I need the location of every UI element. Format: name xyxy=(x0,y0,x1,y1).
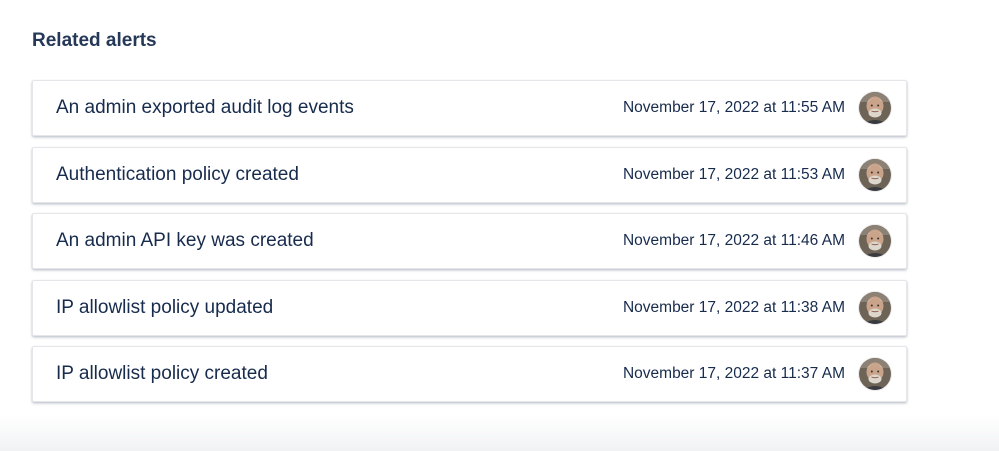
alert-card[interactable]: Authentication policy created November 1… xyxy=(32,146,907,203)
alert-list: An admin exported audit log events Novem… xyxy=(32,80,907,402)
alert-timestamp: November 17, 2022 at 11:38 AM xyxy=(622,298,845,316)
alert-title: An admin exported audit log events xyxy=(56,97,354,118)
user-avatar xyxy=(859,358,891,390)
alert-timestamp: November 17, 2022 at 11:37 AM xyxy=(622,365,845,382)
related-alerts-section: Related alerts An admin exported audit l… xyxy=(32,28,907,413)
alert-title: IP allowlist policy updated xyxy=(56,296,274,318)
alert-title: An admin API key was created xyxy=(56,230,314,251)
alert-card[interactable]: An admin API key was created November 17… xyxy=(32,213,907,269)
alert-title: Authentication policy created xyxy=(56,163,299,185)
alert-timestamp: November 17, 2022 at 11:46 AM xyxy=(622,232,845,249)
bottom-fade xyxy=(0,415,999,451)
alert-timestamp: November 17, 2022 at 11:55 AM xyxy=(622,99,845,116)
user-avatar xyxy=(859,225,891,257)
user-avatar xyxy=(859,291,891,324)
alert-card[interactable]: IP allowlist policy created November 17,… xyxy=(32,346,907,402)
section-title: Related alerts xyxy=(32,30,157,51)
alert-title: IP allowlist policy created xyxy=(56,363,268,384)
alert-card[interactable]: IP allowlist policy updated November 17,… xyxy=(32,279,907,336)
user-avatar xyxy=(859,92,891,124)
alert-timestamp: November 17, 2022 at 11:53 AM xyxy=(622,165,845,183)
user-avatar xyxy=(859,158,891,191)
alert-card[interactable]: An admin exported audit log events Novem… xyxy=(32,80,907,136)
